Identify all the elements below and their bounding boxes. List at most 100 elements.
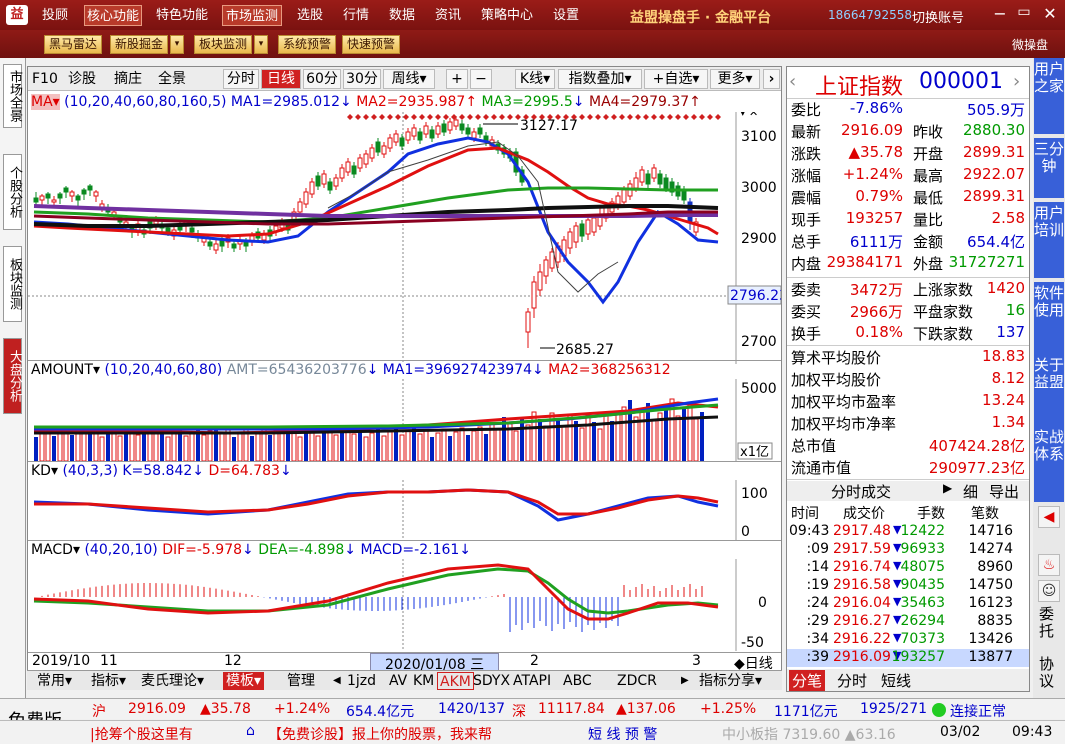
system-alert-button[interactable]: 系统预警 [278,35,337,54]
amount-indicator-selector[interactable]: AMOUNT▾ [31,362,100,378]
tick-row[interactable]: :39 2916.09 ▼ 193257 13877 [787,649,1029,667]
daily-button[interactable]: 日线 [261,69,301,89]
protocol-label[interactable]: 协议 [1039,656,1059,690]
ipo-gold-button[interactable]: 新股掘金 [110,35,169,54]
tab-about[interactable]: 关于益盟 [1034,354,1064,430]
tick-row[interactable]: :09 2917.59 ▼ 96933 14274 [787,541,1029,559]
tab-minute[interactable]: 分时 [837,670,867,691]
menu-item-strategy[interactable]: 策略中心 [476,5,538,26]
tab-market-analysis[interactable]: 大盘分析 [3,338,22,414]
menu-item-tougu[interactable]: 投顾 [36,5,74,26]
menu-item-news[interactable]: 资讯 [430,5,466,26]
user-icon[interactable]: ☺ [1038,580,1060,602]
tick-detail-button[interactable]: 细 [963,481,978,502]
f10-button[interactable]: F10 [32,70,58,88]
tick-row[interactable]: :14 2916.74 ▼ 48075 8960 [787,559,1029,577]
close-icon[interactable]: ✕ [1040,4,1060,24]
macd-chart[interactable]: 0 -50 [28,559,781,651]
menu-item-feature[interactable]: 特色功能 [152,5,212,26]
quick-alert-button[interactable]: 快速预警 [342,35,401,54]
candlestick-chart[interactable]: 3127.17 2685.27 3100 3000 2900 2796.23 2… [28,112,781,364]
tab-av[interactable]: AV [389,672,407,690]
next-stock-icon[interactable]: › [1013,71,1020,92]
tab-1jzd[interactable]: 1jzd [347,672,376,690]
zhaizhuang-button[interactable]: 摘庄 [114,70,142,88]
diagnose-button[interactable]: 诊股 [68,70,96,88]
kd-chart[interactable]: 100 0 [28,480,781,540]
kd-indicator-selector[interactable]: KD▾ [31,463,58,479]
30min-button[interactable]: 30分 [343,69,381,89]
tab-akm[interactable]: AKM [437,672,474,690]
switch-account-link[interactable]: 切换账号 [912,7,964,26]
sector-monitor-dropdown-icon[interactable]: ▾ [254,35,268,54]
tab-indicators[interactable]: 指标▾ [91,672,126,690]
kline-dropdown[interactable]: K线▾ [515,69,555,89]
tab-practice-system[interactable]: 实战体系 [1034,426,1064,502]
tick-export-button[interactable]: 导出 [989,481,1019,502]
pane-divider-2[interactable] [28,461,781,462]
micro-trade-label[interactable]: 微操盘 [1012,36,1048,53]
sector-monitor-button[interactable]: 板块监测 [194,35,253,54]
tab-manage[interactable]: 管理 [287,672,315,690]
tab-zdcr[interactable]: ZDCR [617,672,657,690]
tick-play-icon[interactable]: ▶ [943,481,952,495]
collapse-icon[interactable]: › [763,69,780,89]
weekly-button[interactable]: 周线▾ [383,69,435,89]
tab-three-minutes[interactable]: 三分钟 [1034,138,1064,198]
menu-item-settings[interactable]: 设置 [548,5,584,26]
tab-common[interactable]: 常用▾ [37,672,72,690]
tab-sdyx[interactable]: SDYX [473,672,510,690]
zoom-in-button[interactable]: + [446,69,468,89]
prev-stock-icon[interactable]: ‹ [789,71,796,92]
panorama-button[interactable]: 全景 [158,70,186,88]
tab-software-use[interactable]: 软件使用 [1034,282,1064,358]
scroll-left-icon[interactable]: ◀ [333,672,341,690]
pane-divider-1[interactable] [28,360,781,361]
black-horse-radar-button[interactable]: 黑马雷达 [44,35,103,54]
tab-mai-theory[interactable]: 麦氏理论▾ [141,672,204,690]
60min-button[interactable]: 60分 [303,69,341,89]
menu-item-core[interactable]: 核心功能 [84,5,142,26]
alarm-icon[interactable]: ♨ [1038,554,1060,576]
index-overlay-dropdown[interactable]: 指数叠加▾ [558,69,642,89]
menu-item-select[interactable]: 选股 [292,5,328,26]
tick-row[interactable]: :34 2916.22 ▼ 70373 13426 [787,631,1029,649]
pane-divider-3[interactable] [28,540,781,541]
intraday-button[interactable]: 分时 [223,69,259,89]
short-alert-label[interactable]: 短 线 预 警 [588,724,657,744]
ma-indicator-selector[interactable]: MA▾ [31,94,60,110]
tab-user-home[interactable]: 用户之家 [1034,58,1064,134]
minimize-icon[interactable]: − [990,4,1010,24]
tab-template[interactable]: 模板▾ [223,672,265,690]
entrust-label[interactable]: 委托 [1039,606,1059,640]
menu-item-quotes[interactable]: 行情 [338,5,374,26]
macd-indicator-selector[interactable]: MACD▾ [31,542,80,558]
tab-atapi[interactable]: ATAPI [513,672,551,690]
tick-panel-title[interactable]: 分时成交 [831,481,891,502]
tab-abc[interactable]: ABC [563,672,592,690]
tab-market-panorama[interactable]: 市场全景 [3,64,22,128]
tick-row[interactable]: :24 2916.04 ▼ 35463 16123 [787,595,1029,613]
nav-icon[interactable]: ◀ [1038,506,1060,528]
menu-item-market-monitor[interactable]: 市场监测 [222,5,282,26]
amount-chart[interactable]: 5000 x1亿 [28,379,781,461]
promo-text[interactable]: 【免费诊股】报上你的股票，我来帮 [268,724,492,744]
menu-item-data[interactable]: 数据 [384,5,420,26]
tab-short[interactable]: 短线 [881,670,911,691]
home-icon[interactable]: ⌂ [246,723,255,739]
tick-row[interactable]: 09:43 2917.48 ▼ 12422 14716 [787,523,1029,541]
tab-sector-monitor[interactable]: 板块监测 [3,246,22,322]
tab-user-training[interactable]: 用户培训 [1034,202,1064,278]
ticker-text[interactable]: |抢筹个股这里有 [90,724,193,744]
add-watchlist-dropdown[interactable]: +自选▾ [644,69,708,89]
maximize-icon[interactable]: ▭ [1014,4,1034,24]
tab-ticks[interactable]: 分笔 [789,670,826,691]
more-dropdown[interactable]: 更多▾ [710,69,760,89]
tab-stock-analysis[interactable]: 个股分析 [3,154,22,230]
zoom-out-button[interactable]: − [470,69,492,89]
tab-indicator-share[interactable]: 指标分享▾ [699,672,762,690]
tick-row[interactable]: :29 2916.27 ▼ 26294 8835 [787,613,1029,631]
tick-row[interactable]: :19 2916.58 ▼ 90435 14750 [787,577,1029,595]
tab-km[interactable]: KM [413,672,434,690]
ipo-gold-dropdown-icon[interactable]: ▾ [170,35,184,54]
